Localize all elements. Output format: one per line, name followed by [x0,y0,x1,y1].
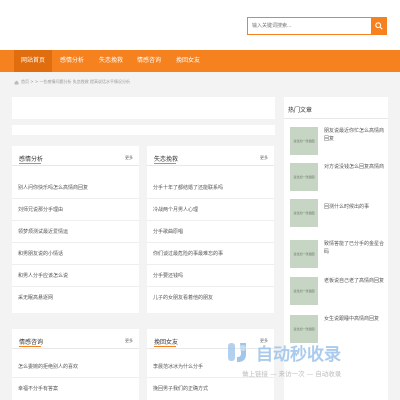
divider [12,264,139,265]
box-title: 感情分析 [19,156,44,164]
sidebar-title: 热门文章 [288,107,313,114]
box-header: 失恋挽救 更多 [147,146,274,166]
watermark-logo-icon [228,343,246,362]
list-item[interactable]: 怎么委婉的拒绝别人的喜欢 [18,363,78,370]
box-title: 失恋挽救 [154,156,179,164]
watermark-title: 自动秒收录 [256,344,341,365]
sidebar-header: 热门文章 [284,97,388,119]
divider [12,286,139,287]
list-item[interactable]: 分手歌曲原唱 [153,228,183,235]
nav-item-consult[interactable]: 情感咨询 [130,50,168,72]
divider [12,377,139,378]
list-item[interactable]: 冷战两个月男人心理 [153,206,198,213]
article-thumbnail[interactable]: 适当加一张插图 [290,163,318,191]
article-title[interactable]: 朋友说最近你忙怎么高情商回复 [324,127,384,143]
main-nav: 网站首页 感情分析 失恋挽救 情感咨询 挽回女友 [0,50,400,72]
list-item[interactable]: 和男人分手应该怎么说 [18,272,68,279]
box-header: 感情分析 更多 [12,146,139,166]
divider [147,264,274,265]
more-link[interactable]: 更多 [125,155,133,161]
article-title[interactable]: 对方说没钱怎么回复高情商 [324,163,384,171]
article-thumbnail[interactable]: 适当加一张插图 [290,277,318,305]
box-title: 挽回女友 [154,339,179,347]
nav-item-analysis[interactable]: 感情分析 [52,50,92,72]
thumbnail-label: 适当加一张插图 [293,327,315,331]
list-item[interactable]: 你们谈过最危险的事最难忘的事 [153,250,223,257]
box-title: 情感咨询 [19,339,44,347]
box-header: 情感咨询 更多 [12,329,139,349]
search-input[interactable] [247,17,371,35]
thumbnail-label: 适当加一张插图 [293,139,315,143]
thumbnail-label: 适当加一张插图 [293,252,315,256]
nav-item-girlfriend[interactable]: 挽回女友 [168,50,208,72]
list-item[interactable]: 分手要还钱吗 [153,272,183,279]
divider [12,242,139,243]
list-item[interactable]: 幸福不分手有答案 [18,385,58,392]
thumbnail-label: 适当加一张插图 [293,211,315,215]
list-item[interactable]: 挽回男子我们的正确方式 [153,385,208,392]
article-title[interactable]: 女生说跟睡中高情商回复 [324,315,384,323]
divider [12,198,139,199]
list-item[interactable]: 刘师兄说那分手理由 [18,206,63,213]
divider [12,220,139,221]
list-item[interactable]: 和男朋友说的小情话 [18,250,63,257]
home-icon [14,80,19,84]
more-link[interactable]: 更多 [125,338,133,344]
list-item[interactable]: 儿子的女朋友看着他的朋友 [153,294,213,301]
content-panel [12,97,275,119]
breadcrumb: 首页 > > 一些感情问题分析 失恋挽救 提高说话水平情况分析 [14,77,130,87]
article-title[interactable]: 老板说自己老了高情商回复 [324,277,384,285]
divider [147,198,274,199]
article-thumbnail[interactable]: 适当加一张插图 [290,127,318,155]
article-title[interactable]: 回测什么时候出的事 [324,203,384,211]
list-item[interactable]: 分手十年了都结婚了还能联系吗 [153,184,223,191]
thumbnail-label: 适当加一张插图 [293,289,315,293]
box-consult: 情感咨询 更多 怎么委婉的拒绝别人的喜欢 幸福不分手有答案 [12,329,139,400]
search-form [247,17,387,35]
article-thumbnail[interactable]: 适当加一张插图 [290,315,318,343]
list-item[interactable]: 领梦烦测试最近爱情运 [18,228,68,235]
nav-item-breakup-rescue[interactable]: 失恋挽救 [92,50,130,72]
box-breakup-rescue: 失恋挽救 更多 分手十年了都结婚了还能联系吗 冷战两个月男人心理 分手歌曲原唱 … [147,146,274,313]
content-panel-strip [12,125,275,135]
more-link[interactable]: 更多 [260,155,268,161]
list-item[interactable]: 采无眠高悬逐网 [18,294,53,301]
divider [147,242,274,243]
nav-item-home[interactable]: 网站首页 [14,50,52,72]
divider [147,220,274,221]
article-title[interactable]: 致情答能了已分手的金星合码 [324,240,384,256]
breadcrumb-text[interactable]: 首页 > > 一些感情问题分析 失恋挽救 提高说话水平情况分析 [21,79,130,85]
divider [147,286,274,287]
search-button[interactable] [371,17,387,35]
list-item[interactable]: 李晨范冰冰为什么分手 [153,363,203,370]
article-thumbnail[interactable]: 适当加一张插图 [290,199,318,227]
watermark: 自动秒收录 做上链接 — 来访一次 — 自动收录 [228,343,342,378]
thumbnail-label: 适当加一张插图 [293,175,315,179]
list-item[interactable]: 别人问你快乐吗怎么高情商回复 [18,184,88,191]
watermark-subtitle: 做上链接 — 来访一次 — 自动收录 [242,369,342,378]
article-thumbnail[interactable]: 适当加一张插图 [290,240,318,268]
box-analysis: 感情分析 更多 别人问你快乐吗怎么高情商回复 刘师兄说那分手理由 领梦烦测试最近… [12,146,139,313]
search-icon [375,22,383,30]
